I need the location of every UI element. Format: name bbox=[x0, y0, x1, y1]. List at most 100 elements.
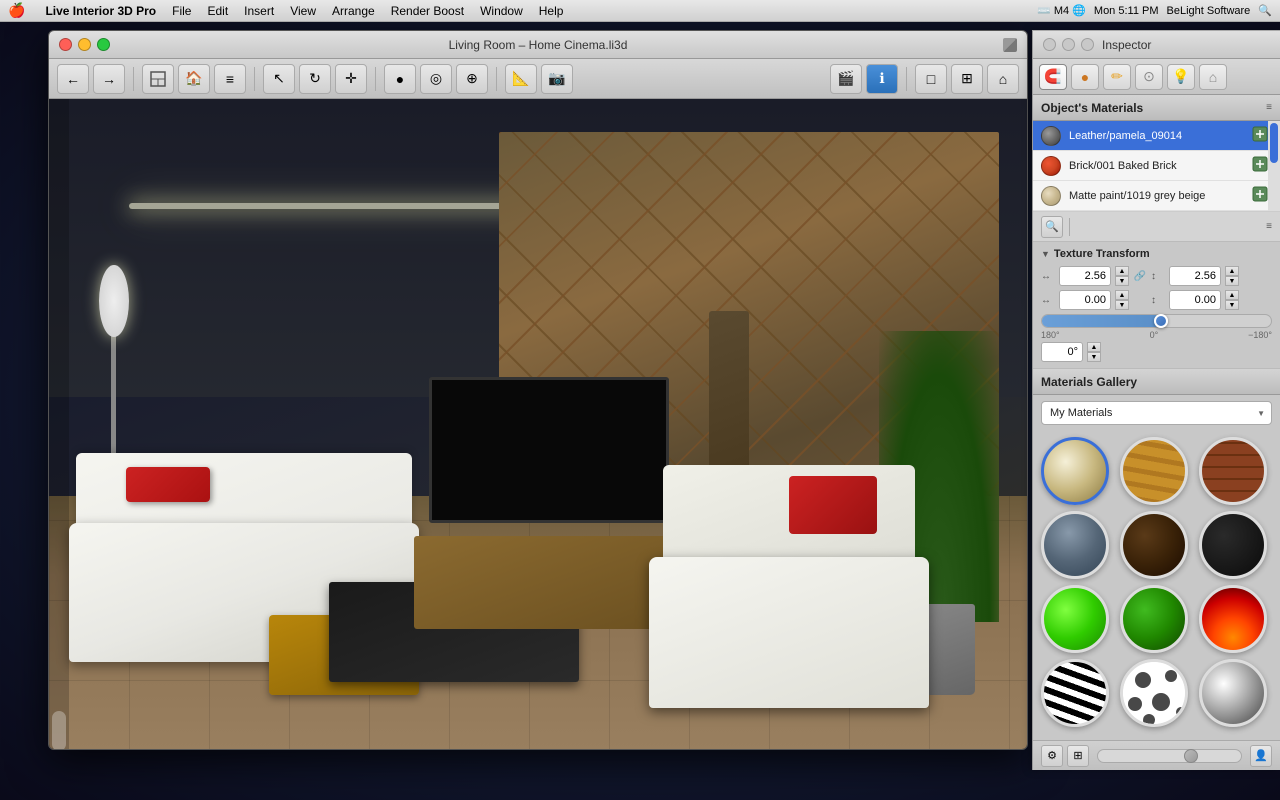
angle-input-row: 0° ▲ ▼ bbox=[1041, 342, 1272, 362]
inspector-bottom-bar: ⚙ ⊞ 👤 bbox=[1033, 740, 1280, 770]
menubar-edit[interactable]: Edit bbox=[207, 4, 228, 18]
materials-list[interactable]: Leather/pamela_09014 Brick/001 Baked Bri… bbox=[1033, 121, 1280, 212]
offset-x-stepper[interactable]: ▲ ▼ bbox=[1115, 290, 1129, 310]
scale-y-input[interactable]: 2.56 bbox=[1169, 266, 1221, 286]
offset-x-input[interactable]: 0.00 bbox=[1059, 290, 1111, 310]
info-button[interactable]: ℹ bbox=[866, 64, 898, 94]
offset-y-up[interactable]: ▲ bbox=[1225, 290, 1239, 300]
angle-slider-track[interactable] bbox=[1041, 314, 1272, 328]
orbit-tool[interactable]: ◎ bbox=[420, 64, 452, 94]
eyedropper-tool[interactable]: 🔍 bbox=[1041, 216, 1063, 238]
scale-x-stepper[interactable]: ▲ ▼ bbox=[1115, 266, 1129, 286]
angle-stepper[interactable]: ▲ ▼ bbox=[1087, 342, 1101, 362]
inspector-add-button[interactable]: ⚙ bbox=[1041, 745, 1063, 767]
offset-x-down[interactable]: ▼ bbox=[1115, 300, 1129, 310]
gallery-item-very-dark[interactable] bbox=[1199, 511, 1267, 579]
material-item-0[interactable]: Leather/pamela_09014 bbox=[1033, 121, 1280, 151]
pan-tool[interactable]: ⊕ bbox=[456, 64, 488, 94]
main-window: Living Room – Home Cinema.li3d ← → 🏠 ≡ ↖… bbox=[48, 30, 1028, 750]
material-item-2[interactable]: Matte paint/1019 grey beige bbox=[1033, 181, 1280, 211]
gallery-item-wood-light[interactable] bbox=[1120, 437, 1188, 505]
resize-button[interactable] bbox=[1003, 38, 1017, 52]
angle-up[interactable]: ▲ bbox=[1087, 342, 1101, 352]
maximize-button[interactable] bbox=[97, 38, 110, 51]
angle-input[interactable]: 0° bbox=[1041, 342, 1083, 362]
menubar-window[interactable]: Window bbox=[480, 4, 523, 18]
gallery-item-dark-brown[interactable] bbox=[1120, 511, 1188, 579]
inspector-user-button[interactable]: 👤 bbox=[1250, 745, 1272, 767]
angle-slider-thumb[interactable] bbox=[1154, 314, 1168, 328]
inspector-size-thumb[interactable] bbox=[1184, 749, 1198, 763]
camera-tool[interactable]: 📷 bbox=[541, 64, 573, 94]
menubar-arrange[interactable]: Arrange bbox=[332, 4, 375, 18]
menubar-insert[interactable]: Insert bbox=[244, 4, 274, 18]
lamp-head bbox=[99, 265, 129, 338]
inspector-minimize[interactable] bbox=[1062, 38, 1075, 51]
gallery-dropdown[interactable]: My Materials bbox=[1041, 401, 1272, 425]
gallery-item-spots[interactable] bbox=[1120, 659, 1188, 727]
scale-x-input[interactable]: 2.56 bbox=[1059, 266, 1111, 286]
offset-y-down[interactable]: ▼ bbox=[1225, 300, 1239, 310]
inspector-tab-texture[interactable]: ✏ bbox=[1103, 64, 1131, 90]
view-full-button[interactable]: ⌂ bbox=[987, 64, 1019, 94]
view-2d-button[interactable]: □ bbox=[915, 64, 947, 94]
view-3d-button[interactable]: ⊞ bbox=[951, 64, 983, 94]
gallery-item-green-bright[interactable] bbox=[1041, 585, 1109, 653]
menubar-help[interactable]: Help bbox=[539, 4, 564, 18]
menubar-view[interactable]: View bbox=[290, 4, 316, 18]
search-icon[interactable]: 🔍 bbox=[1258, 4, 1272, 17]
scale-y-stepper[interactable]: ▲ ▼ bbox=[1225, 266, 1239, 286]
gallery-item-zebra[interactable] bbox=[1041, 659, 1109, 727]
inspector-tab-materials[interactable]: 🧲 bbox=[1039, 64, 1067, 90]
render-button[interactable]: 🎬 bbox=[830, 64, 862, 94]
gallery-item-green-dark[interactable] bbox=[1120, 585, 1188, 653]
inspector-tab-camera[interactable]: 💡 bbox=[1167, 64, 1195, 90]
inspector-tab-object[interactable]: ● bbox=[1071, 64, 1099, 90]
toolbar-sep-1 bbox=[133, 67, 134, 91]
ruler-tool[interactable]: 📐 bbox=[505, 64, 537, 94]
materials-menu-icon[interactable]: ≡ bbox=[1266, 102, 1272, 113]
angle-down[interactable]: ▼ bbox=[1087, 352, 1101, 362]
gallery-item-fire[interactable] bbox=[1199, 585, 1267, 653]
menubar-render[interactable]: Render Boost bbox=[391, 4, 464, 18]
scale-x-up[interactable]: ▲ bbox=[1115, 266, 1129, 276]
building-button[interactable]: 🏠 bbox=[178, 64, 210, 94]
rotate-tool[interactable]: ↻ bbox=[299, 64, 331, 94]
gallery-item-silver[interactable] bbox=[1199, 659, 1267, 727]
inspector-tab-lighting[interactable]: ⊙ bbox=[1135, 64, 1163, 90]
apple-menu[interactable]: 🍎 bbox=[8, 2, 25, 19]
nav-back-button[interactable]: ← bbox=[57, 64, 89, 94]
minimize-button[interactable] bbox=[78, 38, 91, 51]
scale-x-down[interactable]: ▼ bbox=[1115, 276, 1129, 286]
move-tool[interactable]: ✛ bbox=[335, 64, 367, 94]
viewport[interactable] bbox=[49, 99, 1028, 750]
select-tool[interactable]: ↖ bbox=[263, 64, 295, 94]
viewport-scrollbar[interactable] bbox=[49, 99, 69, 750]
gallery-item-stone[interactable] bbox=[1041, 511, 1109, 579]
floor-plan-button[interactable] bbox=[142, 64, 174, 94]
offset-y-stepper[interactable]: ▲ ▼ bbox=[1225, 290, 1239, 310]
scale-y-up[interactable]: ▲ bbox=[1225, 266, 1239, 276]
inspector-size-slider[interactable] bbox=[1097, 749, 1242, 763]
materials-section-header: Object's Materials ≡ bbox=[1033, 95, 1280, 121]
inspector-close[interactable] bbox=[1043, 38, 1056, 51]
menubar-app[interactable]: Live Interior 3D Pro bbox=[45, 4, 156, 18]
inspector-tab-home[interactable]: ⌂ bbox=[1199, 64, 1227, 90]
materials-scrollbar-handle[interactable] bbox=[1270, 123, 1278, 163]
menubar-file[interactable]: File bbox=[172, 4, 191, 18]
offset-x-up[interactable]: ▲ bbox=[1115, 290, 1129, 300]
inspector-grid-button[interactable]: ⊞ bbox=[1067, 745, 1089, 767]
gallery-item-brick[interactable] bbox=[1199, 437, 1267, 505]
list-button[interactable]: ≡ bbox=[214, 64, 246, 94]
materials-scrollbar[interactable] bbox=[1268, 121, 1280, 211]
inspector-maximize[interactable] bbox=[1081, 38, 1094, 51]
scroll-handle[interactable] bbox=[52, 711, 66, 750]
point-tool[interactable]: ● bbox=[384, 64, 416, 94]
link-icon[interactable]: 🔗 bbox=[1133, 269, 1147, 283]
close-button[interactable] bbox=[59, 38, 72, 51]
material-item-1[interactable]: Brick/001 Baked Brick bbox=[1033, 151, 1280, 181]
nav-forward-button[interactable]: → bbox=[93, 64, 125, 94]
gallery-item-beige[interactable] bbox=[1041, 437, 1109, 505]
offset-y-input[interactable]: 0.00 bbox=[1169, 290, 1221, 310]
scale-y-down[interactable]: ▼ bbox=[1225, 276, 1239, 286]
